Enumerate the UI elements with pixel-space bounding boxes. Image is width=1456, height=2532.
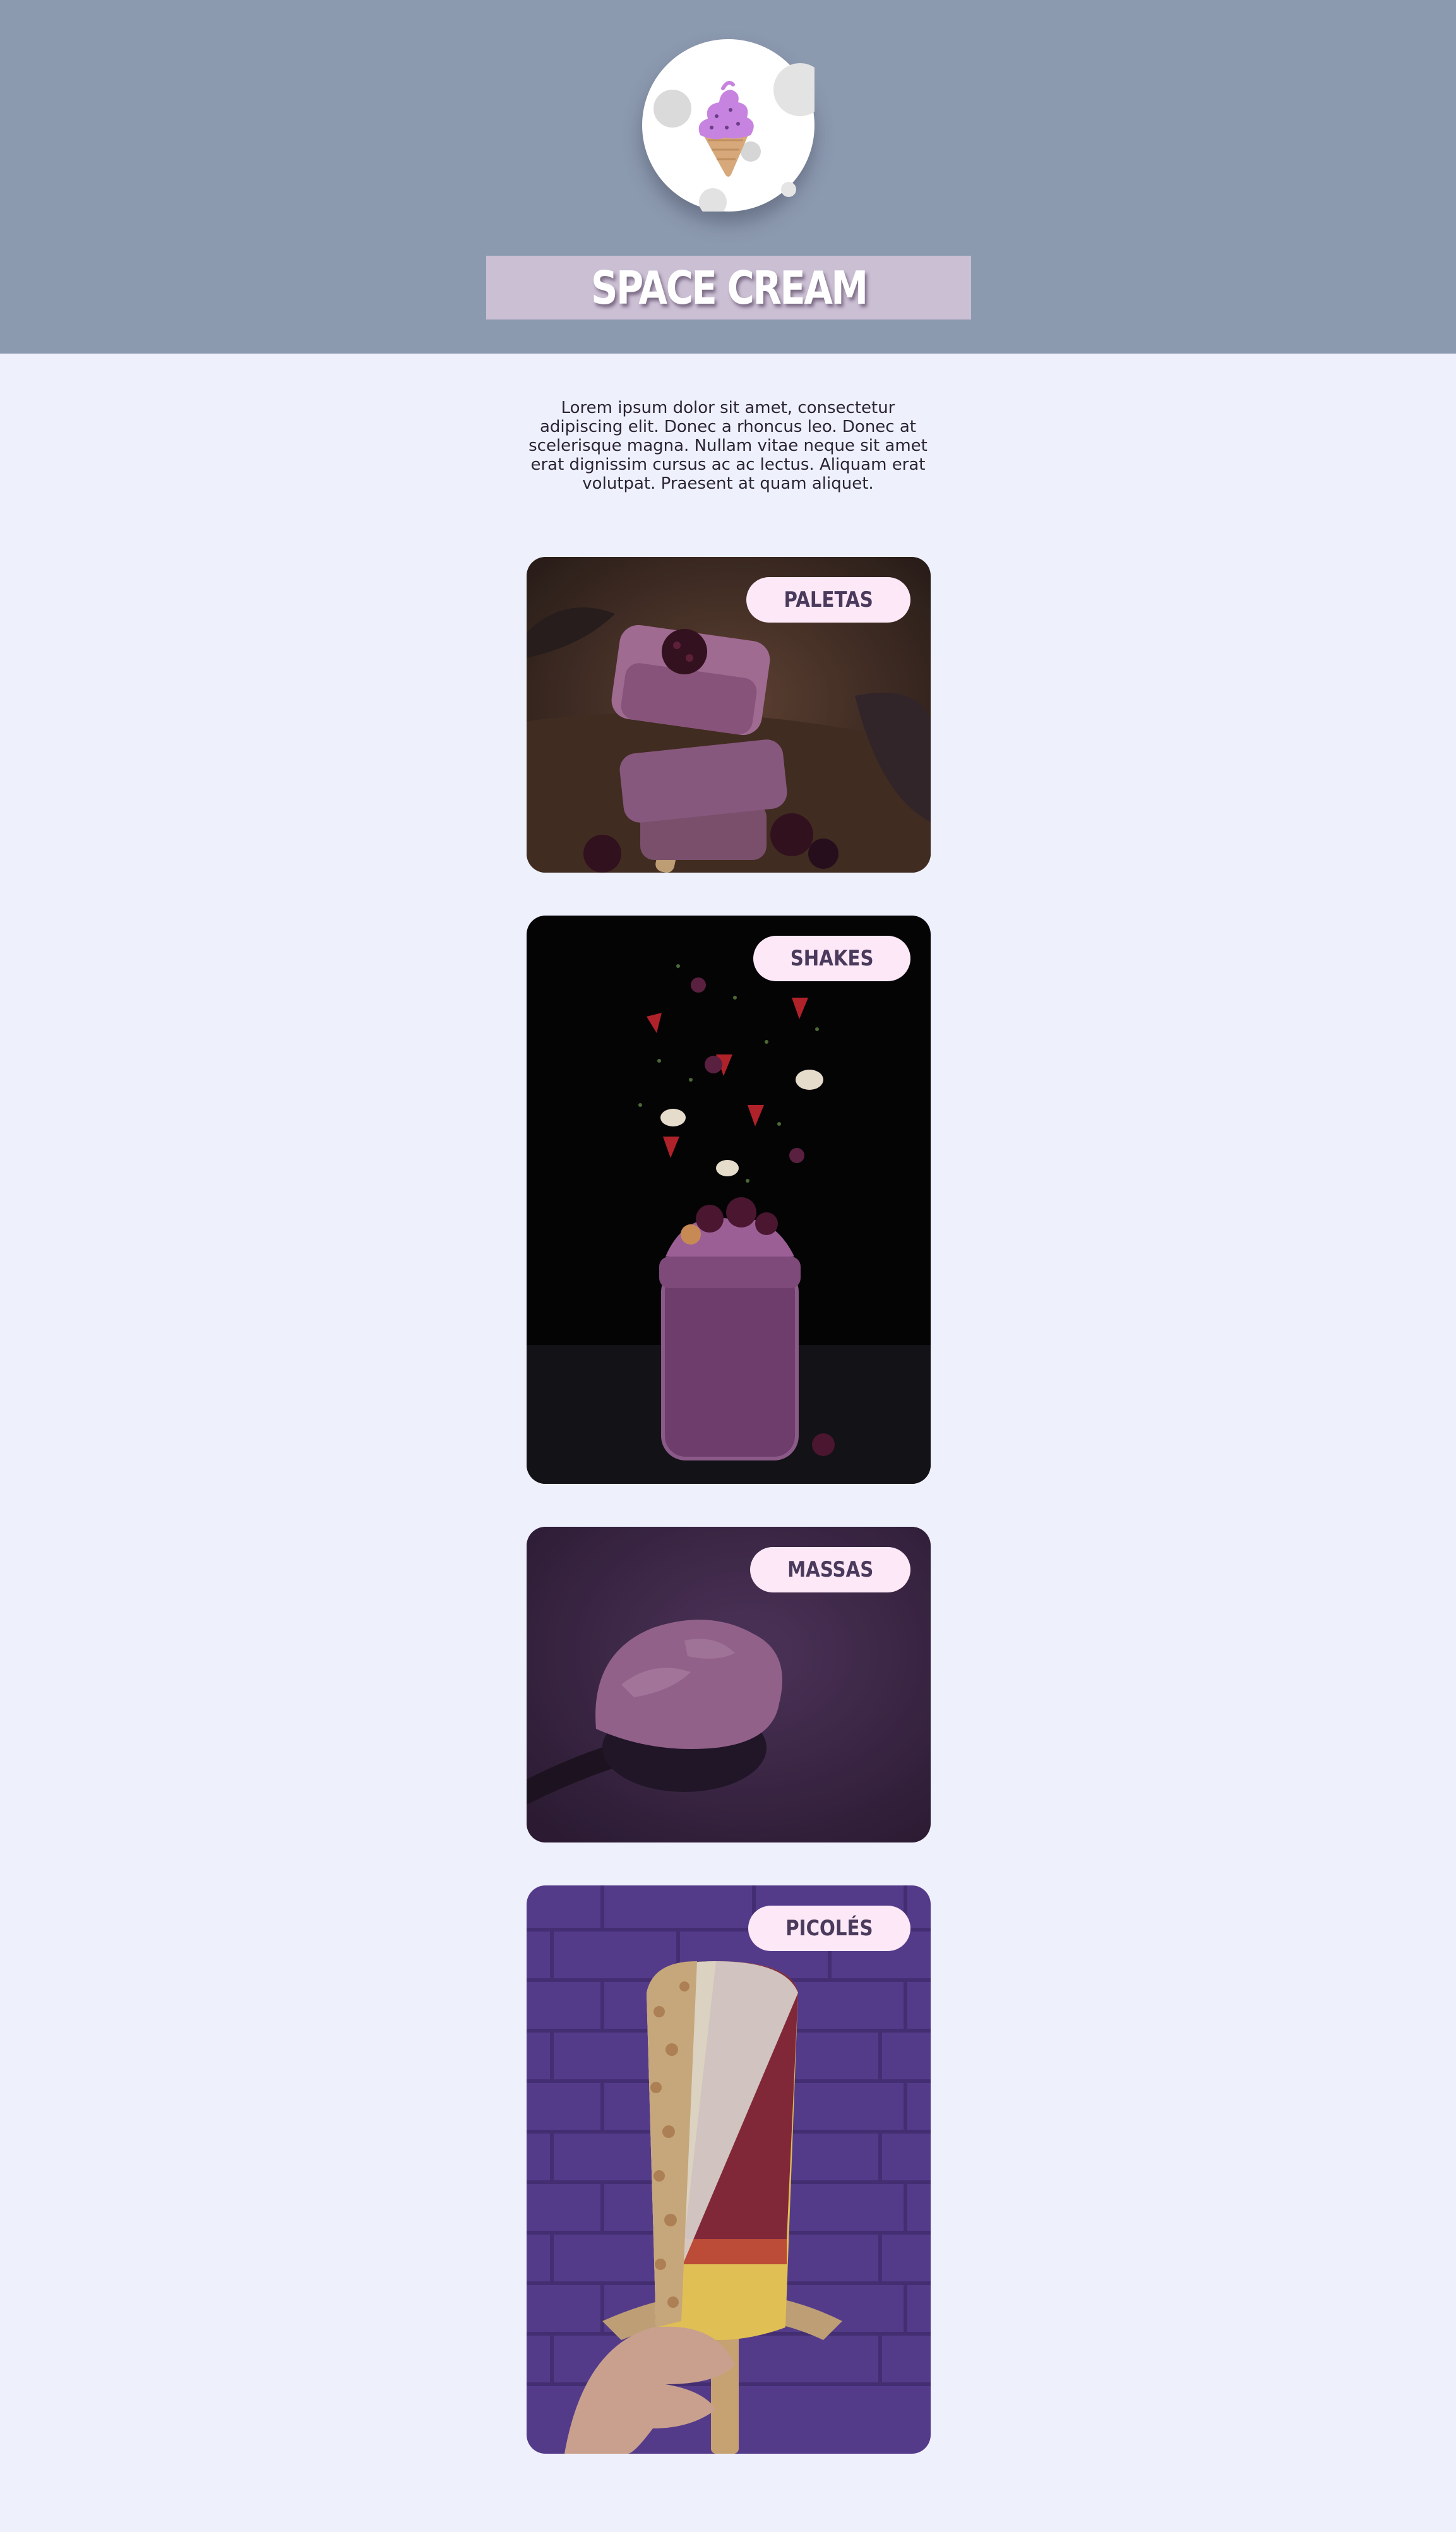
category-card-massas[interactable]: MASSAS	[527, 1527, 931, 1842]
picoles-image	[527, 1885, 931, 2454]
category-card-picoles[interactable]: PICOLÉS	[527, 1885, 931, 2454]
logo[interactable]	[642, 39, 815, 212]
page-title: SPACE CREAM	[590, 261, 868, 314]
title-banner: SPACE CREAM	[486, 256, 971, 319]
category-label[interactable]: MASSAS	[749, 1547, 910, 1592]
category-label[interactable]: PICOLÉS	[748, 1906, 910, 1951]
category-label[interactable]: SHAKES	[753, 936, 910, 981]
header: SPACE CREAM	[0, 0, 1456, 354]
category-card-paletas[interactable]: PALETAS	[527, 557, 931, 873]
category-label[interactable]: PALETAS	[746, 577, 910, 623]
ice-cream-cone-icon	[653, 63, 815, 212]
shakes-image	[527, 916, 931, 1484]
category-card-shakes[interactable]: SHAKES	[527, 916, 931, 1484]
intro-text: Lorem ipsum dolor sit amet, consectetur …	[528, 398, 928, 493]
